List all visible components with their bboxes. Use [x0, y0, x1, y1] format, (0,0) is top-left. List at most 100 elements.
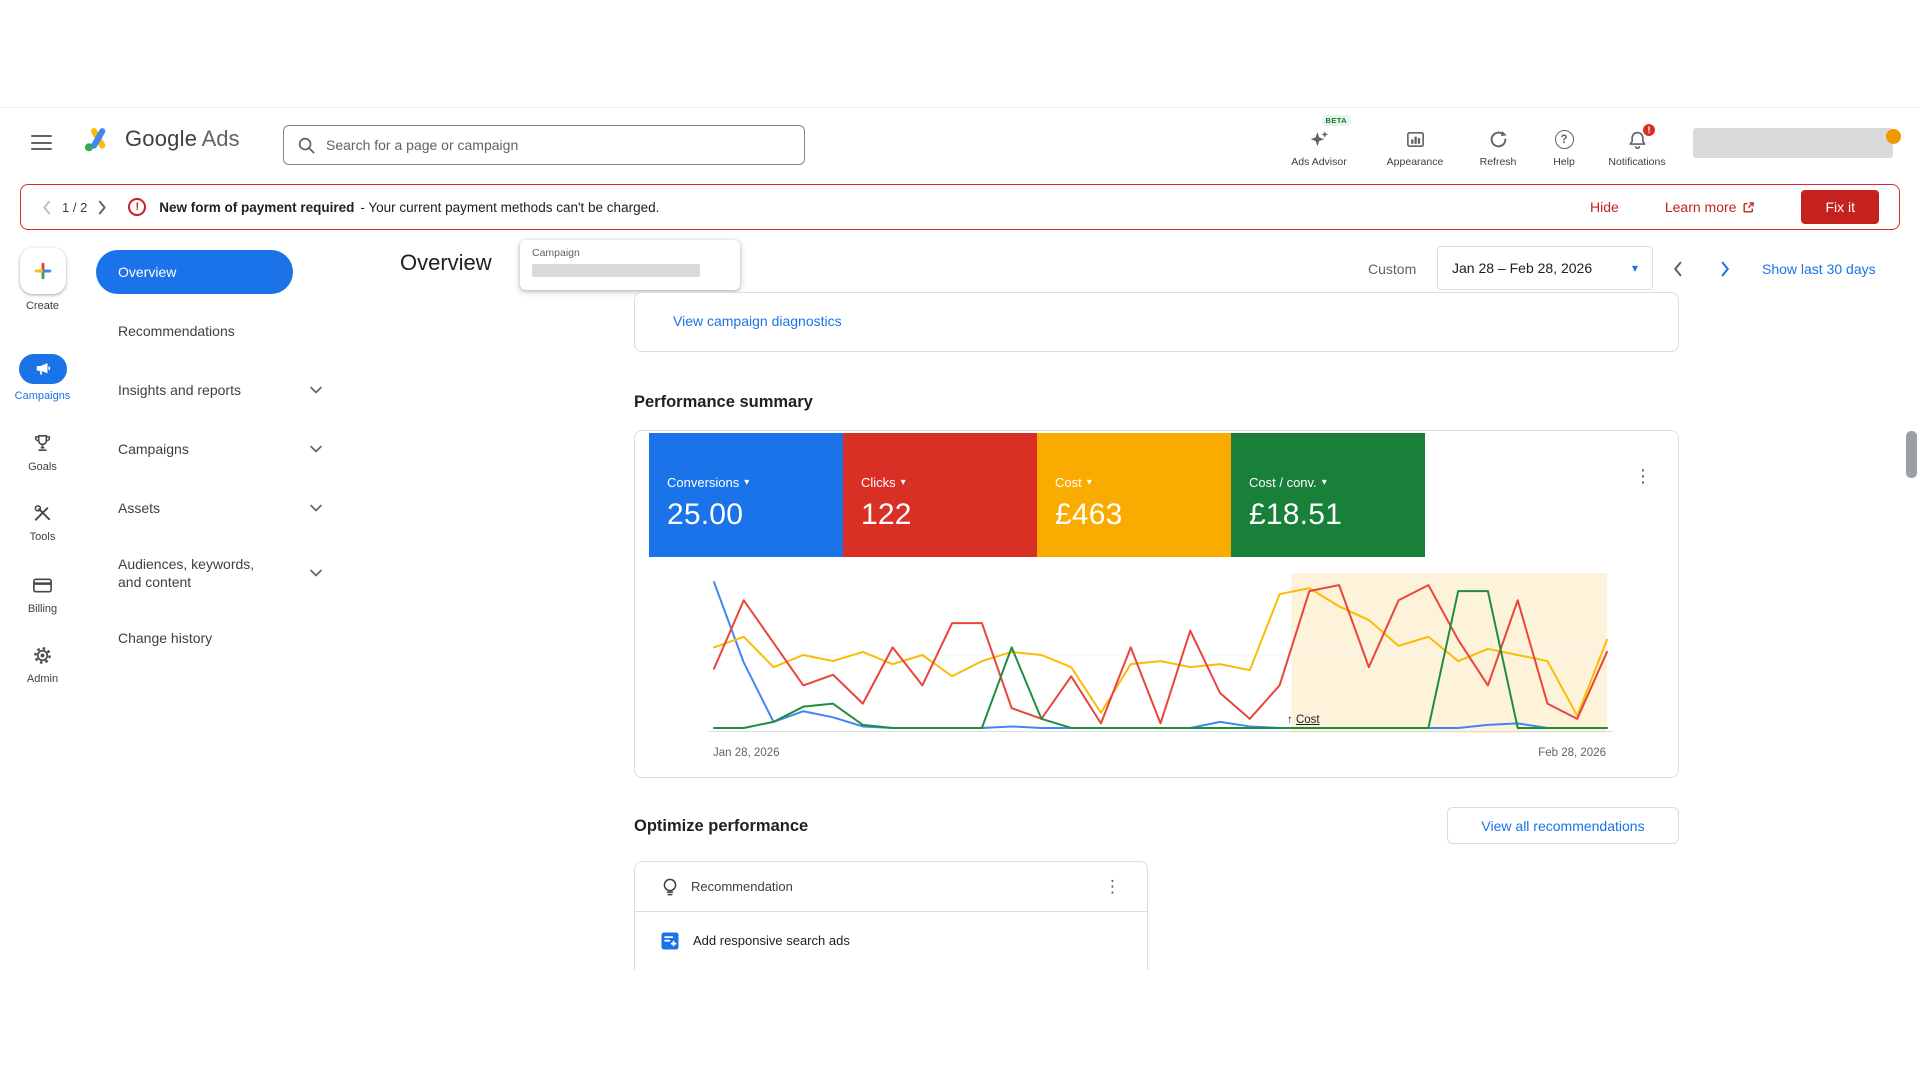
help-label: Help: [1528, 156, 1600, 168]
metric-conversions[interactable]: Conversions▾ 25.00: [649, 433, 843, 557]
sparkle-icon: [1309, 129, 1330, 150]
refresh-button[interactable]: Refresh: [1462, 128, 1534, 168]
refresh-icon: [1488, 129, 1509, 150]
conversions-value: 25.00: [667, 498, 825, 532]
account-info-redacted[interactable]: [1693, 128, 1893, 158]
admin-label: Admin: [27, 673, 58, 685]
beta-badge: BETA: [1322, 115, 1351, 126]
alert-message: - Your current payment methods can't be …: [360, 200, 659, 215]
date-range-picker[interactable]: Jan 28 – Feb 28, 2026 ▾: [1437, 246, 1653, 290]
metric-cost[interactable]: Cost▾ £463: [1037, 433, 1231, 557]
plus-icon: [32, 260, 54, 282]
avatar[interactable]: [1886, 129, 1901, 144]
sidebar-item-audiences-keywords-content[interactable]: Audiences, keywords, and content: [96, 545, 346, 601]
payment-alert-banner: 1 / 2 ! New form of payment required - Y…: [20, 184, 1900, 230]
sidebar-item-campaigns[interactable]: Campaigns: [96, 427, 346, 471]
cost-value: £463: [1055, 498, 1213, 532]
google-ads-app: Google Ads BETA Ads Advisor: [0, 0, 1920, 1080]
performance-line-chart: [705, 573, 1615, 737]
date-next-button[interactable]: [1712, 256, 1738, 282]
help-button[interactable]: ? Help: [1528, 128, 1600, 168]
create-label: Create: [26, 300, 59, 312]
caret-down-icon: ▾: [744, 477, 749, 488]
ads-advisor-button[interactable]: BETA Ads Advisor: [1283, 128, 1355, 168]
arrow-up-icon: ↑: [1287, 714, 1293, 726]
refresh-label: Refresh: [1462, 156, 1534, 168]
fix-it-button[interactable]: Fix it: [1801, 190, 1879, 224]
caret-down-icon: ▾: [1322, 477, 1327, 488]
sidebar-item-assets[interactable]: Assets: [96, 486, 346, 530]
performance-summary-heading: Performance summary: [634, 393, 813, 412]
responsive-search-ads-icon: [661, 932, 679, 950]
chevron-down-icon: [310, 445, 322, 453]
view-all-recommendations-button[interactable]: View all recommendations: [1447, 807, 1679, 844]
nav-admin[interactable]: Admin: [0, 644, 85, 685]
show-last-30-days-link[interactable]: Show last 30 days: [1762, 261, 1876, 277]
credit-card-icon: [31, 574, 54, 597]
sidebar-item-change-history[interactable]: Change history: [96, 616, 346, 660]
notifications-label: Notifications: [1601, 156, 1673, 168]
date-prev-button[interactable]: [1664, 256, 1690, 282]
learn-more-button[interactable]: Learn more: [1665, 199, 1756, 215]
notification-badge: !: [1642, 123, 1656, 137]
campaigns-label: Campaigns: [15, 390, 71, 402]
sidebar-item-recommendations[interactable]: Recommendations: [96, 309, 346, 353]
cost-per-conv-value: £18.51: [1249, 498, 1407, 532]
billing-label: Billing: [28, 603, 57, 615]
campaign-selector-label: Campaign: [532, 247, 728, 259]
appearance-button[interactable]: Appearance: [1379, 128, 1451, 168]
chevron-down-icon: [310, 504, 322, 512]
view-campaign-diagnostics-link[interactable]: View campaign diagnostics: [673, 313, 842, 329]
date-mode-label: Custom: [1368, 261, 1416, 277]
nav-goals[interactable]: Goals: [0, 432, 85, 473]
tools-label: Tools: [30, 531, 56, 543]
metric-cost-per-conv[interactable]: Cost / conv.▾ £18.51: [1231, 433, 1425, 557]
learn-more-label: Learn more: [1665, 199, 1737, 215]
nav-tools[interactable]: Tools: [0, 502, 85, 543]
search-icon: [297, 136, 316, 155]
campaigns-subnav: Overview Recommendations Insights and re…: [96, 250, 366, 675]
global-search[interactable]: [283, 125, 805, 165]
chevron-right-icon: [1720, 261, 1731, 277]
cost-annotation: ↑ Cost: [1287, 714, 1320, 726]
search-input[interactable]: [326, 137, 791, 153]
external-link-icon: [1742, 201, 1755, 214]
megaphone-icon: [34, 360, 52, 378]
alert-pager: 1 / 2: [62, 200, 87, 215]
alert-title: New form of payment required: [159, 200, 354, 215]
app-header: Google Ads BETA Ads Advisor: [0, 107, 1920, 177]
google-ads-logo-icon: [80, 123, 116, 155]
nav-rail: Create Campaigns Goals: [0, 236, 85, 976]
create-button-circle[interactable]: [20, 248, 66, 294]
campaign-selector[interactable]: Campaign: [520, 240, 740, 290]
chart-menu-kebab-icon[interactable]: ⋮: [1634, 467, 1652, 485]
metric-clicks[interactable]: Clicks▾ 122: [843, 433, 1037, 557]
main-menu-icon[interactable]: [31, 135, 52, 150]
lightbulb-icon: [661, 877, 679, 897]
ads-advisor-label: Ads Advisor: [1283, 156, 1355, 168]
goals-label: Goals: [28, 461, 57, 473]
hide-button[interactable]: Hide: [1590, 199, 1619, 215]
campaign-name-redacted: [532, 264, 700, 277]
recommendation-kebab-icon[interactable]: ⋮: [1104, 878, 1121, 895]
nav-billing[interactable]: Billing: [0, 574, 85, 615]
campaign-diagnostics-card: View campaign diagnostics: [634, 292, 1679, 352]
optimize-performance-heading: Optimize performance: [634, 817, 808, 836]
nav-campaigns[interactable]: Campaigns: [0, 354, 85, 402]
recommendation-item-label: Add responsive search ads: [693, 933, 850, 948]
caret-down-icon: ▾: [901, 477, 906, 488]
google-ads-logo: Google Ads: [80, 123, 240, 155]
sidebar-item-insights-reports[interactable]: Insights and reports: [96, 368, 346, 412]
recommendation-item[interactable]: Add responsive search ads: [635, 912, 1147, 969]
campaigns-active-pill[interactable]: [19, 354, 67, 384]
scrollbar-thumb[interactable]: [1906, 431, 1917, 478]
notifications-button[interactable]: ! Notifications: [1601, 128, 1673, 168]
create-button[interactable]: Create: [0, 248, 85, 312]
tools-icon: [31, 502, 54, 525]
metric-chips: Conversions▾ 25.00 Clicks▾ 122 Cost▾ £46…: [649, 433, 1425, 557]
sidebar-item-overview[interactable]: Overview: [96, 250, 293, 294]
alert-prev-icon[interactable]: [41, 200, 52, 215]
gear-icon: [31, 644, 54, 667]
alert-next-icon[interactable]: [97, 200, 108, 215]
page-title: Overview: [400, 250, 492, 276]
